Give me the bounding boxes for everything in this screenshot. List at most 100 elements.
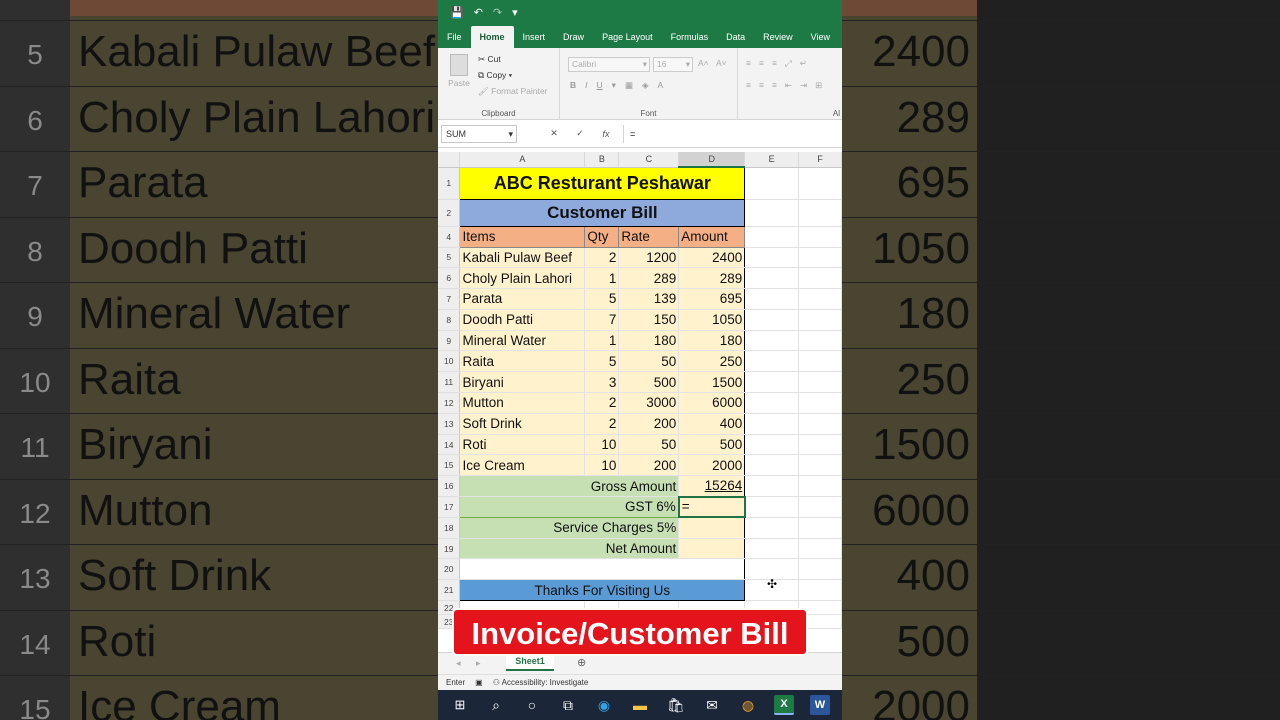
- item-cell[interactable]: Kabali Pulaw Beef: [459, 247, 586, 269]
- row-header[interactable]: 19: [438, 538, 461, 560]
- rate-cell[interactable]: 139: [618, 288, 680, 310]
- header-qty[interactable]: Qty: [584, 225, 620, 248]
- header-items[interactable]: Items: [459, 225, 586, 248]
- cell[interactable]: [744, 517, 800, 539]
- row-header[interactable]: 14: [438, 434, 461, 456]
- italic-icon[interactable]: I: [585, 80, 587, 91]
- qty-cell[interactable]: 1: [584, 267, 620, 290]
- merge-center-icon[interactable]: ⊞: [815, 80, 822, 91]
- underline-dropdown-icon[interactable]: ▾: [612, 80, 616, 91]
- search-icon[interactable]: ⌕: [486, 695, 506, 715]
- cell[interactable]: [798, 558, 842, 581]
- qty-cell[interactable]: 10: [584, 454, 620, 477]
- cell[interactable]: [744, 267, 800, 290]
- qty-cell[interactable]: 1: [584, 330, 620, 352]
- cell[interactable]: [744, 330, 800, 352]
- cell[interactable]: [744, 454, 800, 477]
- chrome-icon[interactable]: ◍: [738, 695, 758, 715]
- amount-cell[interactable]: 500: [678, 434, 746, 456]
- file-explorer-icon[interactable]: ▬: [630, 695, 650, 715]
- amount-cell[interactable]: 1050: [678, 309, 746, 331]
- service-value[interactable]: [678, 517, 746, 539]
- excel-icon[interactable]: X: [774, 695, 794, 715]
- cell[interactable]: [798, 454, 842, 477]
- row-header[interactable]: 21: [438, 579, 461, 602]
- qty-cell[interactable]: 5: [584, 288, 620, 310]
- align-top-icon[interactable]: ≡: [746, 58, 751, 69]
- item-cell[interactable]: Raita: [459, 350, 586, 373]
- align-left-icon[interactable]: ≡: [746, 80, 751, 91]
- amount-cell[interactable]: 180: [678, 330, 746, 352]
- rate-cell[interactable]: 200: [618, 413, 680, 435]
- cell[interactable]: [798, 434, 842, 456]
- select-all-corner[interactable]: [438, 152, 461, 168]
- qty-cell[interactable]: 2: [584, 413, 620, 435]
- grow-font-icon[interactable]: A˄: [698, 58, 709, 68]
- amount-cell[interactable]: 400: [678, 413, 746, 435]
- cell[interactable]: [798, 579, 842, 602]
- amount-cell[interactable]: 1500: [678, 371, 746, 394]
- cell[interactable]: [744, 475, 800, 498]
- tab-formulas[interactable]: Formulas: [662, 26, 718, 48]
- column-header-f[interactable]: F: [798, 152, 842, 168]
- item-cell[interactable]: Mutton: [459, 392, 586, 414]
- tab-data[interactable]: Data: [717, 26, 754, 48]
- wrap-text-icon[interactable]: ↵: [800, 58, 807, 69]
- row-header[interactable]: 5: [438, 247, 461, 269]
- net-value[interactable]: [678, 538, 746, 560]
- align-right-icon[interactable]: ≡: [772, 80, 777, 91]
- cell[interactable]: [744, 199, 800, 227]
- qty-cell[interactable]: 5: [584, 350, 620, 373]
- tab-home[interactable]: Home: [470, 26, 514, 48]
- increase-indent-icon[interactable]: ⇥: [800, 80, 807, 91]
- title-cell[interactable]: ABC Resturant Peshawar: [459, 166, 746, 200]
- cell[interactable]: [744, 496, 800, 518]
- save-icon[interactable]: 💾: [450, 6, 464, 19]
- cell[interactable]: [744, 371, 800, 394]
- accessibility-status[interactable]: ⚇ Accessibility: Investigate: [493, 678, 589, 687]
- tab-insert[interactable]: Insert: [514, 26, 555, 48]
- align-middle-icon[interactable]: ≡: [759, 58, 764, 69]
- confirm-entry-icon[interactable]: ✓: [567, 128, 593, 139]
- cell[interactable]: [798, 371, 842, 394]
- row-header[interactable]: 15: [438, 454, 461, 477]
- cell[interactable]: [744, 413, 800, 435]
- copy-button[interactable]: ⧉ Copy ▾: [478, 70, 512, 81]
- cell[interactable]: [798, 392, 842, 414]
- word-icon[interactable]: W: [810, 695, 830, 715]
- header-amount[interactable]: Amount: [678, 225, 746, 248]
- row-header[interactable]: 2: [438, 199, 461, 227]
- item-cell[interactable]: Parata: [459, 288, 586, 310]
- item-cell[interactable]: Mineral Water: [459, 330, 586, 352]
- row-header[interactable]: 7: [438, 288, 461, 310]
- item-cell[interactable]: Choly Plain Lahori: [459, 267, 586, 290]
- cortana-icon[interactable]: ○: [522, 695, 542, 715]
- formula-input[interactable]: =: [623, 124, 842, 143]
- row-header[interactable]: 13: [438, 413, 461, 435]
- cell[interactable]: [744, 392, 800, 414]
- align-center-icon[interactable]: ≡: [759, 80, 764, 91]
- amount-cell[interactable]: 2000: [678, 454, 746, 477]
- row-header[interactable]: 1: [438, 167, 461, 200]
- cell[interactable]: [798, 538, 842, 560]
- tab-view[interactable]: View: [802, 26, 839, 48]
- name-box[interactable]: SUM ▾: [441, 124, 517, 143]
- qty-cell[interactable]: 3: [584, 371, 620, 394]
- align-bottom-icon[interactable]: ≡: [772, 58, 777, 69]
- item-cell[interactable]: Roti: [459, 434, 586, 456]
- font-name-select[interactable]: Calibri ▾: [568, 57, 650, 72]
- gross-value[interactable]: 15264: [678, 475, 746, 498]
- tab-draw[interactable]: Draw: [554, 26, 593, 48]
- gst-value-active-cell[interactable]: =: [677, 495, 746, 519]
- cell[interactable]: [744, 434, 800, 456]
- edge-icon[interactable]: ◉: [594, 695, 614, 715]
- rate-cell[interactable]: 50: [618, 434, 680, 456]
- header-rate[interactable]: Rate: [618, 225, 680, 248]
- row-header[interactable]: 12: [438, 392, 461, 414]
- font-color-icon[interactable]: A: [658, 80, 664, 91]
- tab-review[interactable]: Review: [754, 26, 802, 48]
- cell[interactable]: [798, 413, 842, 435]
- row-header[interactable]: 6: [438, 267, 461, 290]
- cell[interactable]: [798, 167, 842, 200]
- cell[interactable]: [798, 309, 842, 331]
